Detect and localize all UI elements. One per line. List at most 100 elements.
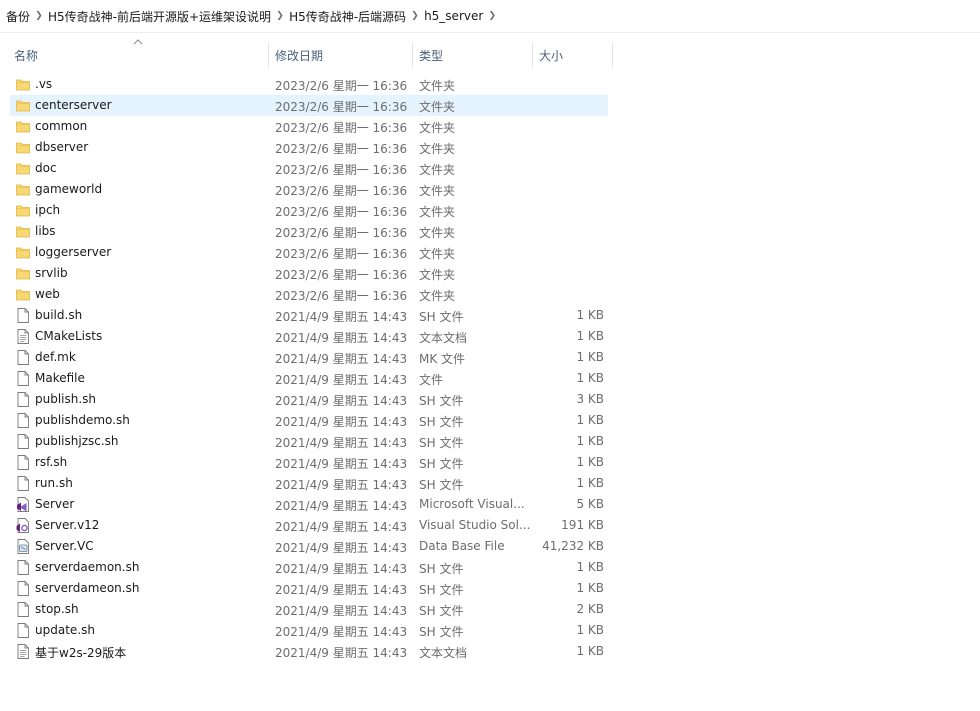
file-date: 2021/4/9 星期五 14:43 — [275, 541, 408, 555]
file-row[interactable]: srvlib 2023/2/6 星期一 16:36 文件夹 — [10, 263, 608, 284]
column-divider[interactable] — [268, 42, 269, 68]
file-icon — [16, 602, 30, 617]
file-icon — [16, 350, 30, 365]
column-header-date[interactable]: 修改日期 — [275, 47, 323, 64]
file-row[interactable]: loggerserver 2023/2/6 星期一 16:36 文件夹 — [10, 242, 608, 263]
chevron-right-icon[interactable]: ❯ — [271, 11, 289, 21]
file-size: 1 KB — [576, 413, 604, 427]
file-icon — [16, 434, 30, 449]
breadcrumb-item[interactable]: H5传奇战神-后端源码 — [289, 6, 406, 27]
file-name: Makefile — [35, 371, 85, 385]
file-name: Server.v12 — [35, 518, 100, 532]
file-row[interactable]: doc 2023/2/6 星期一 16:36 文件夹 — [10, 158, 608, 179]
file-name: CMakeLists — [35, 329, 103, 343]
file-name: srvlib — [35, 266, 68, 280]
file-row[interactable]: libs 2023/2/6 星期一 16:36 文件夹 — [10, 221, 608, 242]
file-row[interactable]: centerserver 2023/2/6 星期一 16:36 文件夹 — [10, 95, 608, 116]
column-divider[interactable] — [532, 42, 533, 68]
file-name: doc — [35, 161, 57, 175]
column-header-name[interactable]: 名称 — [14, 47, 38, 64]
file-name: serverdameon.sh — [35, 581, 140, 595]
file-date: 2023/2/6 星期一 16:36 — [275, 79, 408, 93]
file-row[interactable]: common 2023/2/6 星期一 16:36 文件夹 — [10, 116, 608, 137]
file-row[interactable]: run.sh 2021/4/9 星期五 14:43 SH 文件 1 KB — [10, 473, 608, 494]
folder-icon — [16, 224, 30, 239]
file-name: update.sh — [35, 623, 95, 637]
file-size: 1 KB — [576, 581, 604, 595]
file-icon — [16, 455, 30, 470]
text-file-icon — [16, 644, 30, 659]
file-size: 1 KB — [576, 623, 604, 637]
file-row[interactable]: .vs 2023/2/6 星期一 16:36 文件夹 — [10, 74, 608, 95]
file-row[interactable]: web 2023/2/6 星期一 16:36 文件夹 — [10, 284, 608, 305]
column-header-type[interactable]: 类型 — [419, 47, 443, 64]
file-type: 文件 — [419, 373, 444, 387]
file-row[interactable]: ipch 2023/2/6 星期一 16:36 文件夹 — [10, 200, 608, 221]
file-date: 2023/2/6 星期一 16:36 — [275, 142, 408, 156]
file-date: 2023/2/6 星期一 16:36 — [275, 121, 408, 135]
file-row[interactable]: gameworld 2023/2/6 星期一 16:36 文件夹 — [10, 179, 608, 200]
file-row[interactable]: dbserver 2023/2/6 星期一 16:36 文件夹 — [10, 137, 608, 158]
column-divider[interactable] — [612, 42, 613, 68]
breadcrumb-item[interactable]: h5_server — [424, 7, 483, 25]
file-name: serverdaemon.sh — [35, 560, 140, 574]
file-row[interactable]: update.sh 2021/4/9 星期五 14:43 SH 文件 1 KB — [10, 620, 608, 641]
file-size: 1 KB — [576, 644, 604, 658]
database-file-icon — [16, 539, 30, 554]
file-name: centerserver — [35, 98, 112, 112]
file-name: gameworld — [35, 182, 103, 196]
folder-icon — [16, 245, 30, 260]
file-size: 41,232 KB — [542, 539, 604, 553]
file-type: 文件夹 — [419, 205, 456, 219]
file-date: 2021/4/9 星期五 14:43 — [275, 562, 408, 576]
file-row[interactable]: Makefile 2021/4/9 星期五 14:43 文件 1 KB — [10, 368, 608, 389]
file-date: 2021/4/9 星期五 14:43 — [275, 331, 408, 345]
file-type: SH 文件 — [419, 310, 464, 324]
folder-icon — [16, 161, 30, 176]
file-row[interactable]: Server 2021/4/9 星期五 14:43 Microsoft Visual… — [10, 494, 608, 515]
file-date: 2023/2/6 星期一 16:36 — [275, 289, 408, 303]
file-date: 2021/4/9 星期五 14:43 — [275, 478, 408, 492]
file-size: 1 KB — [576, 350, 604, 364]
file-name: libs — [35, 224, 56, 238]
chevron-right-icon[interactable]: ❯ — [483, 11, 501, 21]
file-name: Server.VC — [35, 539, 94, 553]
file-row[interactable]: publishjzsc.sh 2021/4/9 星期五 14:43 SH 文件 1 K… — [10, 431, 608, 452]
file-type: 文件夹 — [419, 184, 456, 198]
visual-studio-options-icon — [16, 518, 30, 533]
file-date: 2021/4/9 星期五 14:43 — [275, 373, 408, 387]
file-date: 2021/4/9 星期五 14:43 — [275, 499, 408, 513]
breadcrumb-item[interactable]: 备份 — [6, 6, 30, 27]
file-type: Microsoft Visual... — [419, 497, 525, 511]
file-row[interactable]: CMakeLists 2021/4/9 星期五 14:43 文本文档 1 KB — [10, 326, 608, 347]
folder-icon — [16, 119, 30, 134]
column-header-size[interactable]: 大小 — [539, 47, 563, 64]
breadcrumb-item[interactable]: H5传奇战神-前后端开源版+运维架设说明 — [48, 6, 271, 27]
sort-ascending-icon — [133, 39, 143, 45]
chevron-right-icon[interactable]: ❯ — [406, 11, 424, 21]
file-row[interactable]: publish.sh 2021/4/9 星期五 14:43 SH 文件 3 KB — [10, 389, 608, 410]
file-row[interactable]: def.mk 2021/4/9 星期五 14:43 MK 文件 1 KB — [10, 347, 608, 368]
file-type: SH 文件 — [419, 604, 464, 618]
chevron-right-icon[interactable]: ❯ — [30, 11, 48, 21]
file-date: 2021/4/9 星期五 14:43 — [275, 352, 408, 366]
file-row[interactable]: serverdaemon.sh 2021/4/9 星期五 14:43 SH 文件 1 … — [10, 557, 608, 578]
file-row[interactable]: publishdemo.sh 2021/4/9 星期五 14:43 SH 文件 1 K… — [10, 410, 608, 431]
file-type: Data Base File — [419, 539, 505, 553]
file-date: 2021/4/9 星期五 14:43 — [275, 583, 408, 597]
column-header-bar: 名称 修改日期 类型 大小 — [0, 38, 980, 72]
file-row[interactable]: 基于w2s-29版本 2021/4/9 星期五 14:43 文本文档 1 KB — [10, 641, 608, 662]
file-row[interactable]: build.sh 2021/4/9 星期五 14:43 SH 文件 1 KB — [10, 305, 608, 326]
file-type: 文件夹 — [419, 100, 456, 114]
file-type: SH 文件 — [419, 478, 464, 492]
column-divider[interactable] — [412, 42, 413, 68]
file-row[interactable]: Server.VC 2021/4/9 星期五 14:43 Data Base Fil… — [10, 536, 608, 557]
file-icon — [16, 371, 30, 386]
file-row[interactable]: serverdameon.sh 2021/4/9 星期五 14:43 SH 文件 1 … — [10, 578, 608, 599]
file-date: 2021/4/9 星期五 14:43 — [275, 604, 408, 618]
file-row[interactable]: stop.sh 2021/4/9 星期五 14:43 SH 文件 2 KB — [10, 599, 608, 620]
file-row[interactable]: rsf.sh 2021/4/9 星期五 14:43 SH 文件 1 KB — [10, 452, 608, 473]
file-name: def.mk — [35, 350, 76, 364]
file-size: 2 KB — [576, 602, 604, 616]
file-row[interactable]: Server.v12 2021/4/9 星期五 14:43 Visual Studi… — [10, 515, 608, 536]
